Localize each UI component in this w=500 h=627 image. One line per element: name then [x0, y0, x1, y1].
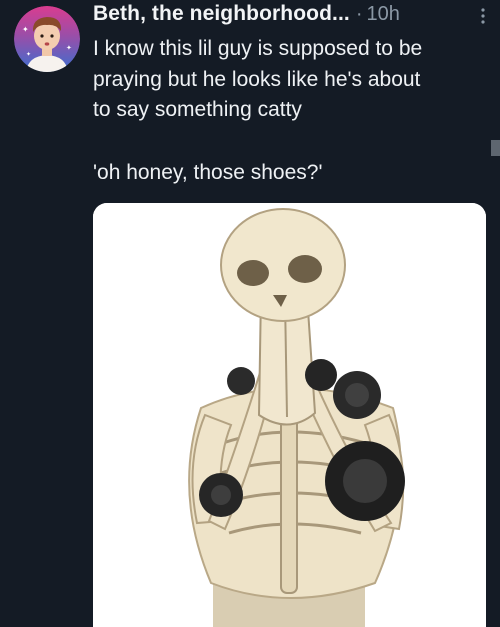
- scrollbar-thumb[interactable]: [491, 140, 500, 156]
- avatar-image: ✦ ✦ ✦: [14, 6, 80, 72]
- author-name[interactable]: Beth, the neighborhood...: [93, 2, 350, 26]
- timestamp[interactable]: 10h: [366, 3, 399, 26]
- skeleton-figurine-image: [93, 203, 486, 627]
- tweet-media-image[interactable]: [93, 203, 486, 627]
- svg-text:✦: ✦: [22, 25, 29, 34]
- svg-text:✦: ✦: [66, 44, 72, 52]
- tweet-header: Beth, the neighborhood... · 10h: [93, 2, 400, 32]
- tweet-text-line: to say something catty: [93, 98, 302, 121]
- tweet-quote-line: 'oh honey, those shoes?': [93, 160, 323, 184]
- tweet: ✦ ✦ ✦ Beth, the neighborhood... · 10h I …: [0, 0, 500, 627]
- svg-text:✦: ✦: [26, 51, 31, 58]
- tweet-text: I know this lil guy is supposed to be pr…: [93, 34, 493, 188]
- tweet-text-line: praying but he looks like he's about: [93, 67, 421, 91]
- header-separator: ·: [355, 3, 363, 25]
- avatar[interactable]: ✦ ✦ ✦: [14, 6, 80, 72]
- tweet-text-line: I know this lil guy is supposed to be: [93, 37, 423, 60]
- more-vertical-icon[interactable]: [480, 6, 486, 26]
